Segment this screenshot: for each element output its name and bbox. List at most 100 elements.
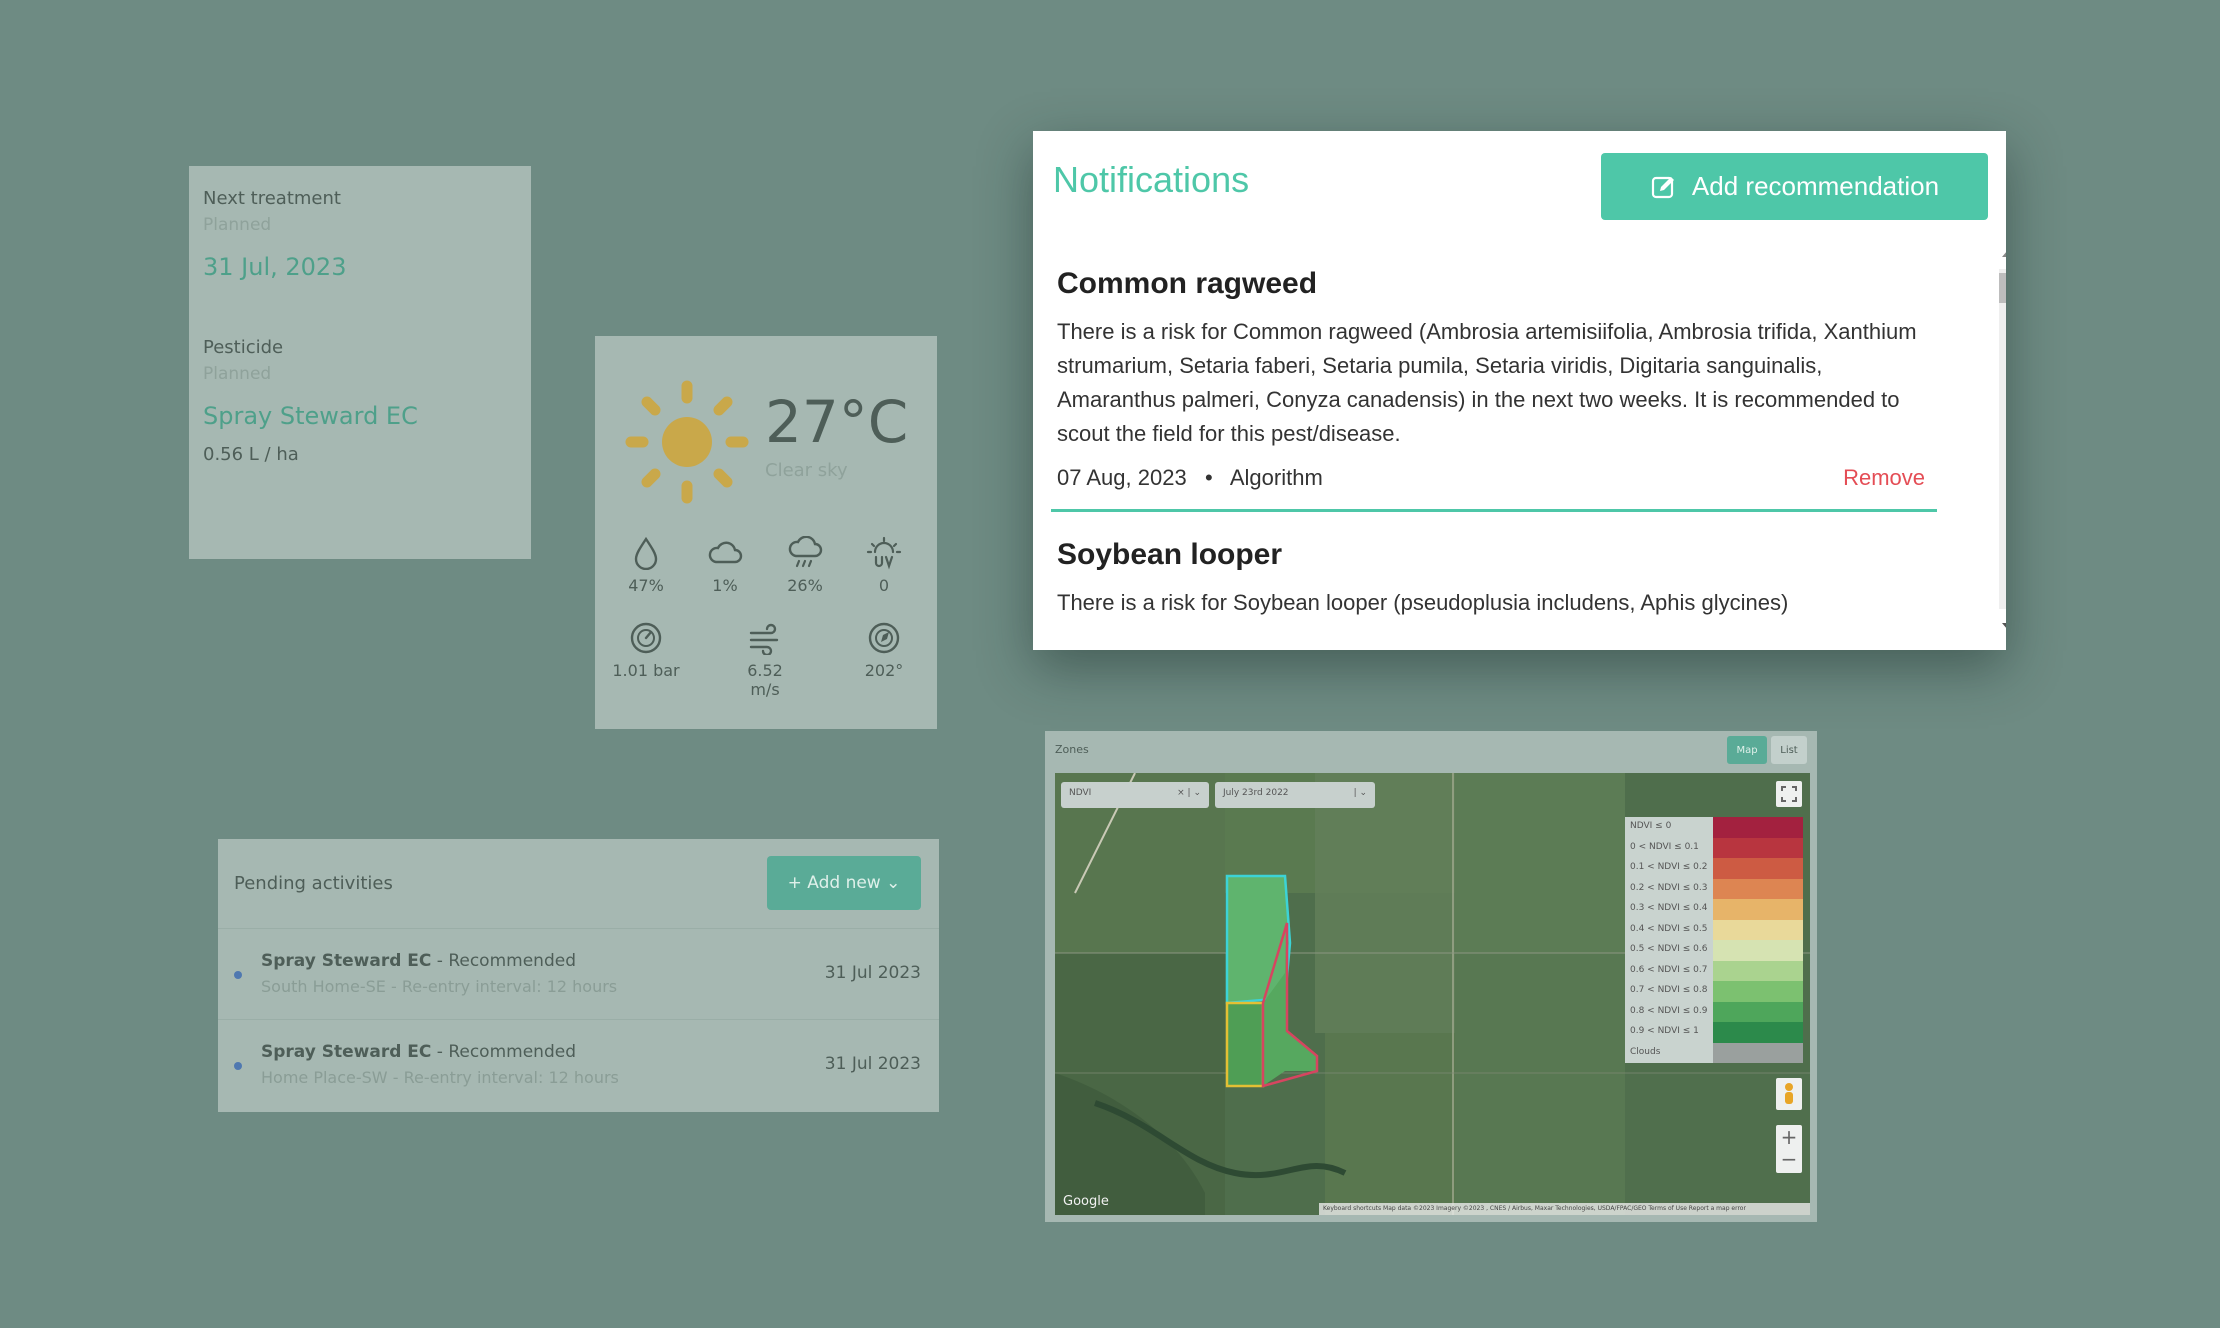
activity-status: - Recommended (431, 951, 576, 971)
zoom-in-icon[interactable]: + (1776, 1125, 1802, 1149)
legend-row: Clouds (1625, 1042, 1803, 1063)
legend-row: 0.5 < NDVI ≤ 0.6 (1625, 940, 1803, 961)
chevron-down-icon: ⌄ (886, 873, 901, 893)
scrollbar-track[interactable] (1999, 269, 2006, 609)
legend-label: 0.6 < NDVI ≤ 0.7 (1625, 960, 1713, 981)
legend-label: 0.2 < NDVI ≤ 0.3 (1625, 878, 1713, 899)
zones-map-card: Zones Map List NDVI × | ⌄ July 23rd 2022… (1045, 731, 1817, 1222)
notification-source: Algorithm (1229, 465, 1323, 490)
notification-title: Soybean looper (1057, 538, 1283, 571)
legend-label: 0.3 < NDVI ≤ 0.4 (1625, 899, 1713, 920)
pressure: 1.01 bar (611, 621, 681, 680)
legend-row: 0.6 < NDVI ≤ 0.7 (1625, 960, 1803, 981)
meta-separator: • (1205, 465, 1213, 490)
map-attribution[interactable]: Keyboard shortcuts Map data ©2023 Imager… (1319, 1203, 1810, 1215)
legend-swatch (1713, 919, 1803, 940)
legend-swatch (1713, 817, 1803, 838)
scrollbar-thumb[interactable] (1999, 273, 2006, 303)
legend-swatch (1713, 837, 1803, 858)
legend-row: 0.7 < NDVI ≤ 0.8 (1625, 981, 1803, 1002)
pressure-gauge-icon (630, 622, 662, 654)
wind-speed-value: 6.52 m/s (747, 661, 783, 699)
activity-date: 31 Jul 2023 (824, 1054, 921, 1074)
legend-swatch (1713, 1022, 1803, 1043)
legend-row: 0.9 < NDVI ≤ 1 (1625, 1022, 1803, 1043)
sky-condition: Clear sky (765, 460, 848, 481)
notification-body: There is a risk for Soybean looper (pseu… (1057, 590, 1789, 615)
next-treatment-card: Next treatment Planned 31 Jul, 2023 Pest… (189, 166, 531, 559)
scrollbar[interactable] (1995, 241, 2006, 641)
notification-title: Common ragweed (1057, 267, 1318, 300)
wind-direction: 202° (849, 621, 919, 680)
legend-swatch (1713, 899, 1803, 920)
legend-label: 0 < NDVI ≤ 0.1 (1625, 837, 1713, 858)
map-view-button[interactable]: Map (1727, 736, 1767, 764)
google-logo: Google (1063, 1194, 1109, 1209)
pending-title: Pending activities (234, 873, 393, 894)
legend-row: 0 < NDVI ≤ 0.1 (1625, 837, 1803, 858)
legend-label: 0.8 < NDVI ≤ 0.9 (1625, 1001, 1713, 1022)
notification-list: Common ragweed There is a risk for Commo… (1033, 241, 1963, 650)
notification-date: 07 Aug, 2023 (1057, 465, 1187, 490)
cloud-cover-value: 1% (712, 576, 738, 595)
legend-row: 0.8 < NDVI ≤ 0.9 (1625, 1001, 1803, 1022)
pesticide-status: Planned (203, 364, 272, 384)
scroll-up-icon[interactable] (2001, 249, 2006, 259)
activity-date: 31 Jul 2023 (824, 963, 921, 983)
pending-header: Pending activities + Add new ⌄ (218, 839, 939, 929)
pegman-icon (1785, 1083, 1793, 1104)
add-recommendation-button[interactable]: Add recommendation (1601, 153, 1988, 220)
ndvi-legend: NDVI ≤ 00 < NDVI ≤ 0.1 0.1 < NDVI ≤ 0.2 0.… (1625, 817, 1803, 1063)
legend-swatch (1713, 1001, 1803, 1022)
activity-row[interactable]: Spray Steward EC - Recommended South Hom… (218, 929, 939, 1020)
edit-icon (1651, 176, 1674, 198)
layer-select[interactable]: NDVI × | ⌄ (1061, 782, 1209, 808)
legend-swatch (1713, 940, 1803, 961)
date-select[interactable]: July 23rd 2022 | ⌄ (1215, 782, 1375, 808)
next-treatment-label: Next treatment (203, 188, 341, 209)
chevron-down-icon: × | ⌄ (1177, 788, 1201, 798)
zoom-out-icon[interactable]: − (1776, 1149, 1802, 1173)
street-view-button[interactable] (1776, 1078, 1802, 1110)
legend-row: NDVI ≤ 0 (1625, 817, 1803, 838)
fullscreen-button[interactable] (1776, 781, 1802, 807)
scroll-down-icon[interactable] (2001, 621, 2006, 631)
cloud-icon (708, 541, 743, 564)
legend-row: 0.3 < NDVI ≤ 0.4 (1625, 899, 1803, 920)
legend-swatch (1713, 981, 1803, 1002)
weather-card: 27°C Clear sky 47% 1% 26% 0 1.01 bar 6.5… (595, 336, 937, 729)
activity-row[interactable]: Spray Steward EC - Recommended Home Plac… (218, 1020, 939, 1111)
pesticide-name[interactable]: Spray Steward EC (203, 402, 517, 430)
list-view-button[interactable]: List (1771, 736, 1807, 764)
notifications-title: Notifications (1053, 159, 1250, 200)
cloud-cover: 1% (690, 536, 760, 595)
legend-label: Clouds (1625, 1042, 1713, 1063)
sun-icon (625, 380, 749, 504)
uv-value: 0 (878, 576, 890, 595)
legend-swatch (1713, 960, 1803, 981)
wind-speed: 6.52 m/s (730, 621, 800, 699)
wind-direction-value: 202° (864, 661, 904, 680)
legend-label: 0.4 < NDVI ≤ 0.5 (1625, 919, 1713, 940)
remove-link[interactable]: Remove (1843, 465, 1925, 491)
fullscreen-icon (1781, 786, 1797, 802)
add-new-button[interactable]: + Add new ⌄ (767, 856, 921, 910)
pending-activities-card: Pending activities + Add new ⌄ Spray Ste… (218, 839, 939, 1112)
activity-product: Spray Steward EC (261, 951, 432, 971)
activity-status: - Recommended (431, 1042, 576, 1062)
pesticide-label: Pesticide (203, 337, 284, 358)
zoom-control[interactable]: + − (1776, 1125, 1802, 1173)
activity-product: Spray Steward EC (261, 1042, 432, 1062)
notification-item: Common ragweed There is a risk for Commo… (1051, 267, 1943, 512)
next-treatment-date: 31 Jul, 2023 (203, 253, 347, 281)
notification-divider (1051, 509, 1937, 512)
layer-select-value: NDVI (1069, 788, 1092, 798)
temperature: 27°C (765, 388, 909, 456)
legend-row: 0.4 < NDVI ≤ 0.5 (1625, 919, 1803, 940)
date-select-value: July 23rd 2022 (1223, 788, 1289, 798)
satellite-map[interactable]: NDVI × | ⌄ July 23rd 2022 | ⌄ NDVI ≤ 00 < … (1055, 773, 1810, 1215)
uv-index: 0 (849, 536, 919, 595)
notification-meta: 07 Aug, 2023 • Algorithm Remove (1057, 465, 1943, 509)
legend-swatch (1713, 1042, 1803, 1063)
legend-label: 0.9 < NDVI ≤ 1 (1625, 1022, 1713, 1043)
